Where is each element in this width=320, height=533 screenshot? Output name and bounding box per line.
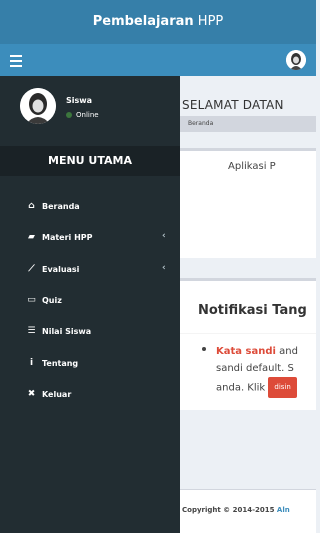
sidebar-item-label: Nilai Siswa xyxy=(42,327,92,337)
sidebar-item-beranda[interactable]: ⌂ Beranda xyxy=(0,192,180,222)
notification-text: Kata sandi and sandi default. S anda. Kl… xyxy=(216,343,316,398)
breadcrumb: Beranda xyxy=(180,116,316,132)
sidebar-item-evaluasi[interactable]: ⟋ Evaluasi ‹ xyxy=(0,255,180,285)
sidebar-item-quiz[interactable]: ▭ Quiz xyxy=(0,286,180,316)
app-brand[interactable]: Pembelajaran HPP xyxy=(0,0,316,44)
main-content: SELAMAT DATAN Beranda Aplikasi P Notifik… xyxy=(180,76,316,533)
click-here-button[interactable]: disin xyxy=(268,377,297,398)
footer: Copyright © 2014-2015 Aln xyxy=(180,489,316,533)
copyright-text: Copyright © 2014-2015 xyxy=(182,506,277,514)
notification-line2: sandi default. S xyxy=(216,363,294,374)
bullet-icon xyxy=(202,347,206,351)
footer-copyright: Copyright © 2014-2015 Aln xyxy=(182,506,290,514)
sidebar-item-label: Keluar xyxy=(42,389,72,399)
sidebar-item-label: Quiz xyxy=(42,295,62,305)
home-icon: ⌂ xyxy=(28,201,35,211)
close-icon: ✖ xyxy=(27,388,36,399)
navbar xyxy=(0,44,316,76)
top-header: Pembelajaran HPP xyxy=(0,0,316,76)
chevron-left-icon[interactable]: ‹ xyxy=(162,231,166,241)
online-status-icon xyxy=(66,112,72,118)
sidebar-item-keluar[interactable]: ✖ Keluar xyxy=(0,380,180,410)
sidebar-item-tentang[interactable]: i Tentang xyxy=(0,349,180,379)
book-icon: ▰ xyxy=(28,232,35,243)
app-info-box: Aplikasi P xyxy=(180,148,316,258)
chevron-left-icon[interactable]: ‹ xyxy=(162,263,166,273)
info-icon: i xyxy=(29,357,34,368)
app-info-title: Aplikasi P xyxy=(228,161,276,172)
notification-line1: and xyxy=(275,346,298,357)
menu-header: MENU UTAMA xyxy=(0,146,180,176)
sidebar: Siswa Online MENU UTAMA ⌂ Beranda ▰ Materi … xyxy=(0,76,180,533)
sidebar-item-label: Materi HPP xyxy=(42,233,93,243)
footer-link[interactable]: Aln xyxy=(277,506,290,514)
user-name: Siswa xyxy=(66,96,93,105)
notification-title: Notifikasi Tang xyxy=(198,303,307,318)
user-avatar xyxy=(20,88,56,124)
list-icon: ☰ xyxy=(27,326,36,337)
sidebar-item-materi-hpp[interactable]: ▰ Materi HPP ‹ xyxy=(0,223,180,253)
brand-bold: Pembelajaran xyxy=(92,14,194,29)
notification-box: Notifikasi Tang Kata sandi and sandi def… xyxy=(180,278,316,410)
brand-rest: HPP xyxy=(193,14,224,29)
sidebar-item-label: Evaluasi xyxy=(42,264,80,274)
breadcrumb-item-beranda[interactable]: Beranda xyxy=(188,120,213,127)
sidebar-item-label: Tentang xyxy=(42,358,79,368)
divider xyxy=(180,333,316,334)
user-status: Online xyxy=(66,111,99,119)
sidebar-toggle-icon[interactable] xyxy=(8,52,24,68)
user-status-label: Online xyxy=(76,111,99,119)
sidebar-item-nilai-siswa[interactable]: ☰ Nilai Siswa xyxy=(0,317,180,347)
password-keyword: Kata sandi xyxy=(216,346,276,357)
calendar-icon: ▭ xyxy=(27,294,36,305)
sidebar-item-label: Beranda xyxy=(42,202,80,211)
line-chart-icon: ⟋ xyxy=(28,263,35,274)
notification-line3: anda. Klik xyxy=(216,382,269,394)
navbar-user-avatar[interactable] xyxy=(286,50,306,70)
user-panel: Siswa Online xyxy=(0,76,180,136)
page-title: SELAMAT DATAN xyxy=(182,98,284,112)
